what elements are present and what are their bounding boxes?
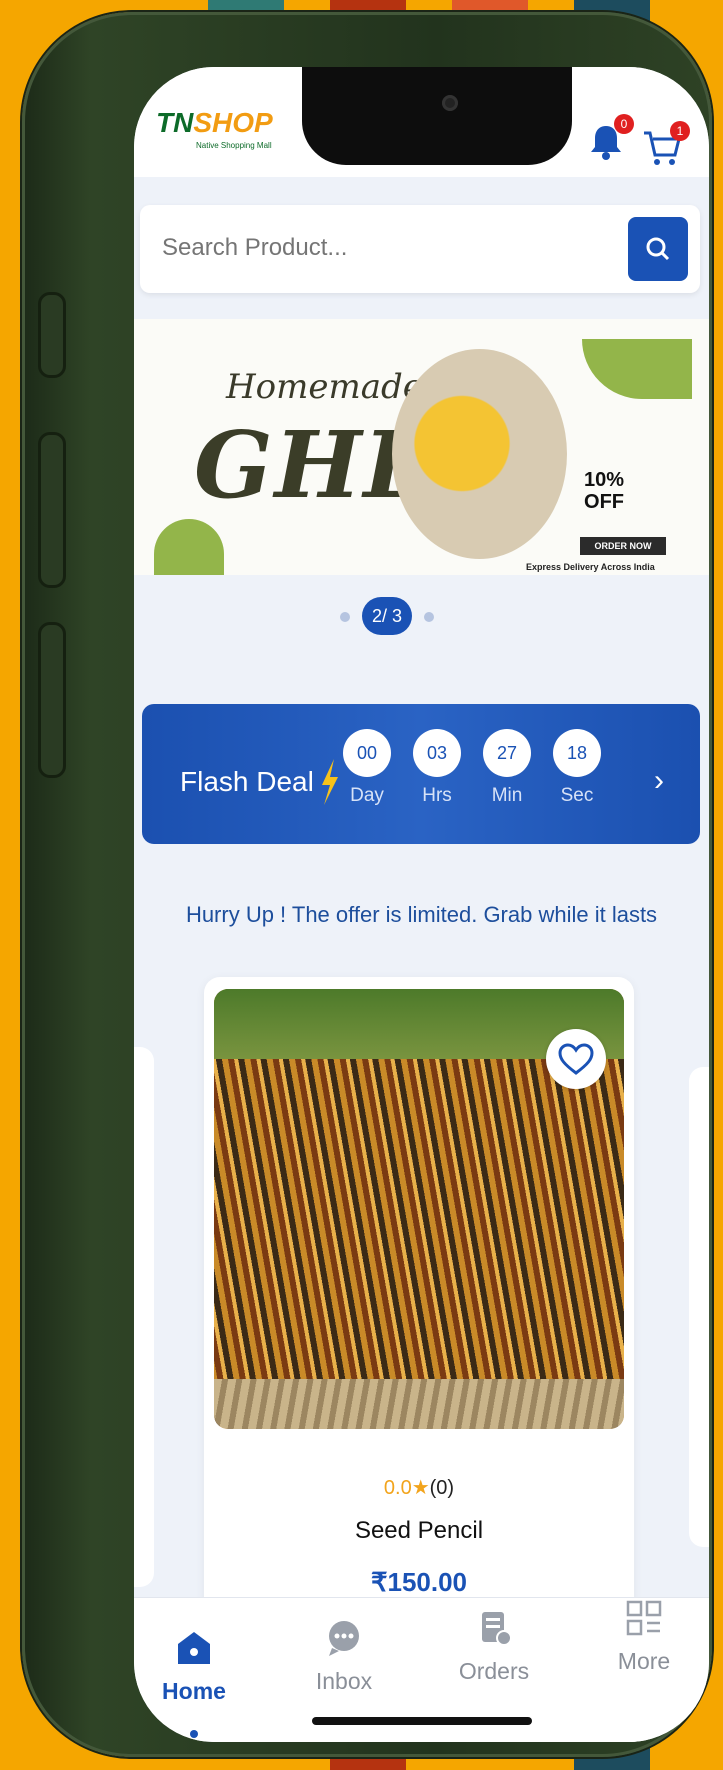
nav-active-dot [190, 1730, 198, 1738]
home-indicator[interactable] [312, 1717, 532, 1725]
product-image [214, 989, 624, 1429]
banner-discount: 10% OFF [584, 469, 624, 513]
flash-deal-title: Flash Deal [180, 766, 314, 797]
banner-subtitle: Homemade [226, 367, 423, 407]
timer-minutes: 27 Min [482, 729, 532, 807]
banner-leaf-decoration [154, 519, 224, 575]
front-camera [442, 95, 458, 111]
logo-tn: TN [156, 107, 194, 138]
heart-icon [558, 1043, 594, 1075]
timer-minutes-value: 27 [483, 729, 531, 777]
lightning-icon [322, 759, 338, 805]
carousel-indicator: 2/ 3 [134, 595, 709, 635]
timer-days-label: Day [350, 785, 384, 806]
rating-value: 0.0 [383, 1477, 412, 1499]
product-image-basket [214, 1379, 624, 1429]
banner-discount-percent: 10% [584, 469, 625, 491]
orders-icon [474, 1608, 514, 1648]
carousel-dot[interactable] [340, 612, 350, 622]
phone-frame: TNSHOP Native Shopping Mall 0 1 Home [22, 12, 712, 1757]
ghee-jar-image [392, 349, 567, 559]
offer-notice: Hurry Up ! The offer is limited. Grab wh… [185, 902, 658, 927]
timer-hours-value: 03 [413, 729, 461, 777]
rating-count: (0) [429, 1477, 455, 1499]
app-logo[interactable]: TNSHOP Native Shopping Mall [156, 107, 273, 150]
phone-volume-up [38, 432, 66, 588]
promo-banner[interactable]: Homemade GHEE 10% OFF ORDER NOW Express … [134, 319, 709, 575]
nav-home-label: Home [162, 1678, 226, 1704]
chevron-right-icon[interactable]: › [654, 764, 664, 798]
search-icon [646, 237, 670, 261]
logo-shop: SHOP [193, 107, 273, 138]
nav-inbox[interactable]: Inbox [284, 1618, 404, 1695]
banner-order-now-button[interactable]: ORDER NOW [580, 537, 666, 555]
nav-more-label: More [617, 1648, 671, 1674]
product-card-next[interactable] [689, 1067, 709, 1547]
chat-icon [324, 1618, 364, 1658]
nav-orders[interactable]: Orders [434, 1608, 554, 1685]
app-screen: TNSHOP Native Shopping Mall 0 1 Home [134, 67, 709, 1742]
product-card-prev[interactable] [134, 1047, 154, 1587]
notification-badge: 0 [614, 114, 634, 134]
timer-minutes-label: Min [491, 785, 523, 806]
timer-seconds-label: Sec [560, 785, 594, 806]
nav-orders-label: Orders [458, 1658, 530, 1684]
grid-icon [624, 1598, 664, 1638]
logo-tagline: Native Shopping Mall [196, 141, 272, 150]
star-icon: ★ [411, 1477, 430, 1499]
banner-footer-text: Express Delivery Across India [526, 562, 655, 572]
cart-badge: 1 [670, 121, 690, 141]
timer-days-value: 00 [343, 729, 391, 777]
notification-bell-icon[interactable]: 0 [586, 114, 634, 162]
flash-deal-bar[interactable]: Flash Deal 00 Day 03 Hrs 27 Min 18 Sec › [142, 704, 700, 844]
timer-hours-label: Hrs [422, 785, 452, 806]
nav-home[interactable]: Home [134, 1628, 254, 1705]
search-button[interactable] [628, 217, 688, 281]
product-card[interactable]: 0.0★(0) Seed Pencil ₹150.00 [204, 977, 634, 1637]
search-input[interactable] [160, 227, 564, 269]
carousel-page-indicator: 2/ 3 [362, 597, 412, 635]
product-name: Seed Pencil [354, 1517, 484, 1544]
carousel-dot[interactable] [424, 612, 434, 622]
product-price: ₹150.00 [370, 1567, 468, 1597]
search-bar [140, 205, 700, 293]
phone-mute-switch [38, 292, 66, 378]
banner-discount-label: OFF [584, 491, 625, 513]
nav-inbox-label: Inbox [315, 1668, 373, 1694]
timer-seconds-value: 18 [553, 729, 601, 777]
banner-leaf-decoration [582, 339, 692, 399]
phone-notch [302, 67, 572, 165]
product-rating: 0.0★(0) [204, 1475, 634, 1500]
timer-seconds: 18 Sec [552, 729, 602, 807]
phone-volume-down [38, 622, 66, 778]
timer-hours: 03 Hrs [412, 729, 462, 807]
home-icon [174, 1628, 214, 1668]
timer-days: 00 Day [342, 729, 392, 807]
cart-icon[interactable]: 1 [642, 121, 690, 169]
wishlist-button[interactable] [546, 1029, 606, 1089]
nav-more[interactable]: More [584, 1598, 704, 1675]
